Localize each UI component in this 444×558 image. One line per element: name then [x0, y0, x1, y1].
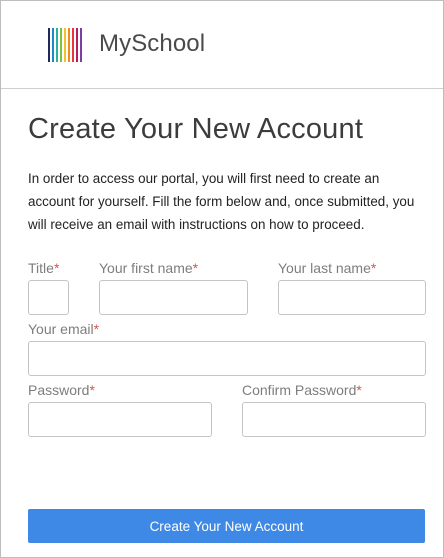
confirm-password-label: Confirm Password*: [242, 382, 362, 398]
create-account-button[interactable]: Create Your New Account: [28, 509, 425, 543]
brand-name: MySchool: [99, 30, 206, 57]
password-label-text: Password: [28, 382, 90, 398]
header: MySchool: [1, 1, 443, 89]
first-name-label: Your first name*: [99, 260, 198, 276]
required-marker: *: [356, 382, 362, 398]
required-marker: *: [192, 260, 199, 276]
email-field[interactable]: [28, 341, 426, 376]
required-marker: *: [93, 321, 100, 337]
required-marker: *: [89, 382, 95, 398]
striped-bars-logo-icon: [48, 28, 82, 62]
first-name-input[interactable]: [99, 280, 248, 315]
intro-text: In order to access our portal, you will …: [28, 171, 415, 232]
required-marker: *: [53, 260, 60, 276]
email-label: Your email*: [28, 321, 99, 337]
confirm-password-field[interactable]: [242, 402, 426, 437]
email-label-text: Your email: [28, 321, 94, 337]
password-label: Password*: [28, 382, 95, 398]
last-name-input[interactable]: [278, 280, 426, 315]
last-name-label-text: Your last name: [278, 260, 371, 276]
title-label: Title*: [28, 260, 59, 276]
title-input[interactable]: [28, 280, 69, 315]
password-field[interactable]: [28, 402, 212, 437]
first-name-label-text: Your first name: [99, 260, 193, 276]
signup-page: MySchool Create Your New Account In orde…: [0, 0, 444, 558]
last-name-label: Your last name*: [278, 260, 376, 276]
required-marker: *: [370, 260, 377, 276]
confirm-password-label-text: Confirm Password: [242, 382, 357, 398]
page-title: Create Your New Account: [28, 113, 364, 145]
title-label-text: Title: [28, 260, 54, 276]
